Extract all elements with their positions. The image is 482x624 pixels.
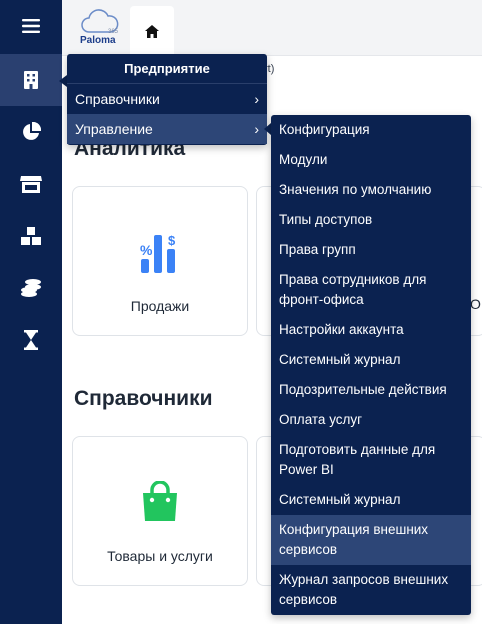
submenu-item[interactable]: Оплата услуг xyxy=(271,405,471,435)
menu-item-management[interactable]: Управление › xyxy=(67,114,267,144)
hamburger-icon xyxy=(22,19,40,33)
card-goods[interactable]: Товары и услуги xyxy=(72,436,248,586)
submenu-item[interactable]: Конфигурация xyxy=(271,115,471,145)
building-icon xyxy=(24,71,38,89)
home-icon xyxy=(145,24,159,38)
coins-icon xyxy=(21,279,41,297)
menu-item-label: Справочники xyxy=(75,91,160,107)
svg-text:%: % xyxy=(140,242,153,258)
sidebar xyxy=(0,0,62,624)
top-bar: Paloma 365 xyxy=(62,0,482,56)
card-label-sales: Продажи xyxy=(130,298,190,314)
tab-home[interactable] xyxy=(130,6,174,56)
submenu-item[interactable]: Права сотрудников для фронт-офиса xyxy=(271,265,471,315)
card-label-goods: Товары и услуги xyxy=(107,548,213,564)
menu-title: Предприятие xyxy=(67,54,267,84)
partial-card-text: О xyxy=(470,296,481,312)
hamburger-menu-button[interactable] xyxy=(0,0,62,52)
submenu-item[interactable]: Настройки аккаунта xyxy=(271,315,471,345)
menu-item-references[interactable]: Справочники › xyxy=(67,84,267,114)
logo-text: Paloma xyxy=(80,35,116,46)
pie-chart-icon xyxy=(23,122,41,140)
sidebar-item-history[interactable] xyxy=(0,314,62,366)
svg-text:$: $ xyxy=(168,233,176,248)
sidebar-item-enterprise[interactable] xyxy=(0,54,62,106)
submenu-item[interactable]: Подозрительные действия xyxy=(271,375,471,405)
submenu-item[interactable]: Подготовить данные для Power BI xyxy=(271,435,471,485)
submenu-caret xyxy=(264,123,271,135)
submenu-item[interactable]: Системный журнал xyxy=(271,485,471,515)
menu-caret xyxy=(59,75,67,87)
submenu-item[interactable]: Типы доступов xyxy=(271,205,471,235)
sales-chart-icon: % $ xyxy=(140,233,176,273)
menu-item-label: Управление xyxy=(75,121,153,137)
section-title-references: Справочники xyxy=(74,387,213,410)
management-submenu: Конфигурация Модули Значения по умолчани… xyxy=(271,115,471,615)
chevron-right-icon: › xyxy=(254,121,259,137)
submenu-item[interactable]: Журнал запросов внешних сервисов xyxy=(271,565,471,615)
shopping-bag-icon xyxy=(143,481,177,521)
sidebar-item-warehouse[interactable] xyxy=(0,210,62,262)
logo-number: 365 xyxy=(108,29,119,35)
boxes-icon xyxy=(21,227,41,245)
submenu-item[interactable]: Системный журнал xyxy=(271,345,471,375)
chevron-right-icon: › xyxy=(254,91,259,107)
submenu-item[interactable]: Модули xyxy=(271,145,471,175)
hourglass-icon xyxy=(24,330,38,350)
enterprise-menu: Предприятие Справочники › Управление › xyxy=(67,54,267,145)
store-icon xyxy=(20,176,42,193)
sidebar-item-analytics[interactable] xyxy=(0,106,62,158)
sidebar-item-finance[interactable] xyxy=(0,262,62,314)
card-sales[interactable]: % $ Продажи xyxy=(72,186,248,336)
submenu-item[interactable]: Права групп xyxy=(271,235,471,265)
sidebar-item-store[interactable] xyxy=(0,158,62,210)
submenu-item-highlighted[interactable]: Конфигурация внешних сервисов xyxy=(271,515,471,565)
submenu-item[interactable]: Значения по умолчанию xyxy=(271,175,471,205)
